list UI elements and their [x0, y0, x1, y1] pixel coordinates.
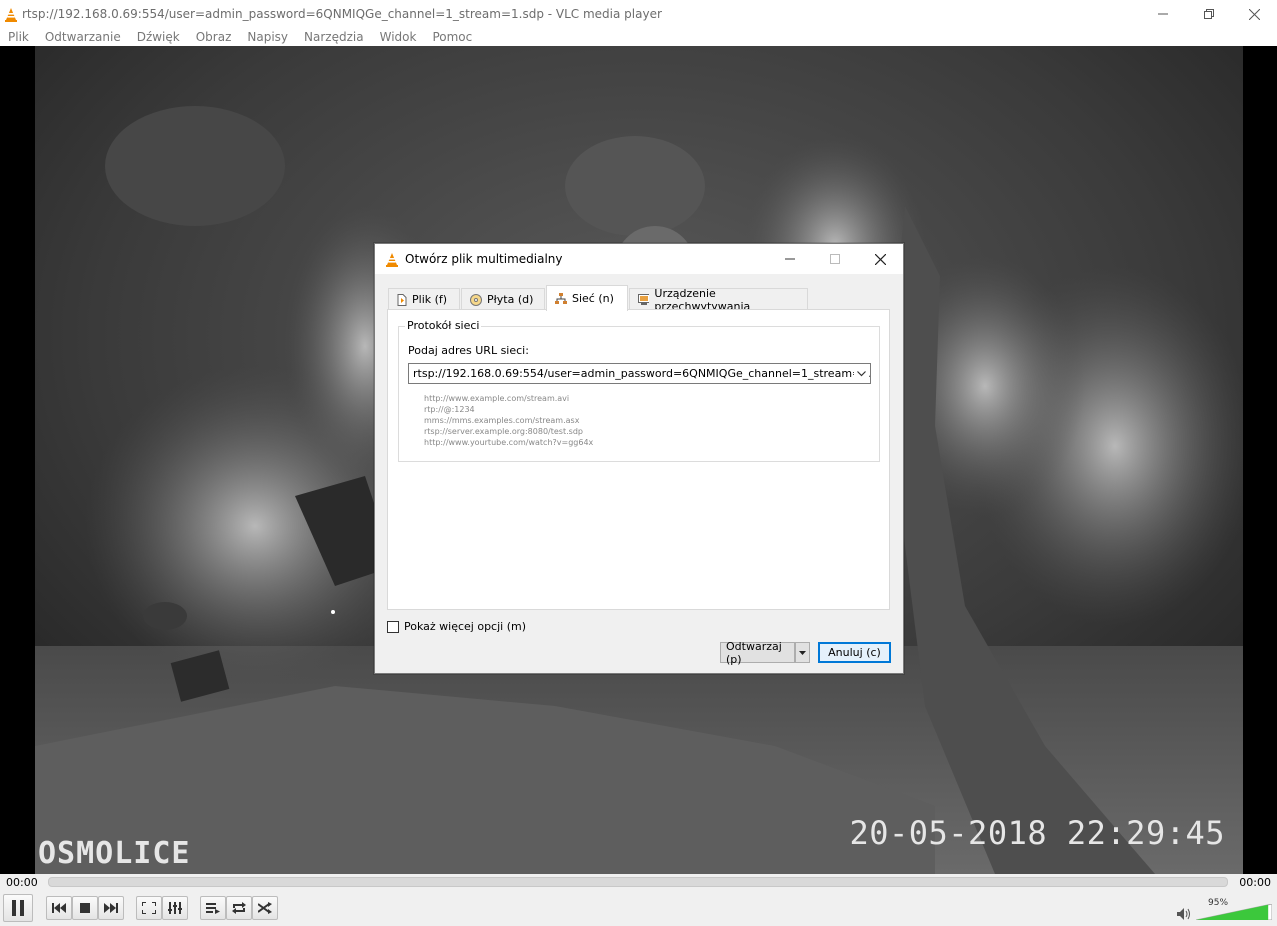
example-url: http://www.yourtube.com/watch?v=gg64x — [424, 438, 594, 447]
network-protocol-group: Protokół sieci Podaj adres URL sieci: rt… — [398, 319, 880, 462]
shuffle-button[interactable] — [252, 896, 278, 920]
url-examples: http://www.example.com/stream.avi rtp://… — [424, 393, 593, 448]
menu-plik[interactable]: Plik — [0, 28, 37, 46]
menu-napisy[interactable]: Napisy — [239, 28, 296, 46]
open-media-dialog: Otwórz plik multimedialny Plik (f) Płyta… — [374, 243, 904, 674]
seek-slider[interactable] — [48, 877, 1228, 887]
chevron-down-icon — [856, 370, 866, 376]
url-label: Podaj adres URL sieci: — [408, 344, 529, 357]
dialog-title: Otwórz plik multimedialny — [405, 252, 563, 266]
vlc-window: rtsp://192.168.0.69:554/user=admin_passw… — [0, 0, 1277, 926]
dialog-maximize-button[interactable] — [812, 244, 858, 274]
menu-widok[interactable]: Widok — [372, 28, 425, 46]
tab-plik[interactable]: Plik (f) — [388, 288, 460, 310]
control-bar: 00:00 00:00 95% — [0, 874, 1277, 926]
next-button[interactable] — [98, 896, 124, 920]
stop-button[interactable] — [72, 896, 98, 920]
previous-icon — [52, 903, 66, 913]
title-bar: rtsp://192.168.0.69:554/user=admin_passw… — [0, 0, 1277, 28]
network-tab-panel: Protokół sieci Podaj adres URL sieci: rt… — [387, 309, 890, 610]
group-title: Protokół sieci — [405, 319, 482, 332]
dialog-close-button[interactable] — [857, 244, 903, 274]
vlc-cone-icon — [4, 7, 18, 26]
menu-pomoc[interactable]: Pomoc — [424, 28, 480, 46]
pause-icon — [12, 900, 24, 916]
window-title: rtsp://192.168.0.69:554/user=admin_passw… — [22, 7, 662, 21]
url-dropdown-button[interactable] — [854, 366, 868, 381]
osd-timestamp: 20-05-2018 22:29:45 — [849, 814, 1225, 852]
previous-button[interactable] — [46, 896, 72, 920]
shuffle-icon — [258, 902, 272, 914]
network-icon — [555, 292, 567, 304]
playlist-icon — [206, 903, 220, 914]
menu-dzwiek[interactable]: Dźwięk — [129, 28, 188, 46]
close-icon — [1248, 8, 1260, 20]
playlist-button[interactable] — [200, 896, 226, 920]
example-url: mms://mms.examples.com/stream.asx — [424, 416, 580, 425]
time-total: 00:00 — [1239, 876, 1271, 889]
menu-narzedzia[interactable]: Narzędzia — [296, 28, 372, 46]
menu-odtwarzanie[interactable]: Odtwarzanie — [37, 28, 129, 46]
close-button[interactable] — [1231, 0, 1277, 28]
tab-label: Płyta (d) — [487, 293, 534, 306]
tab-siec[interactable]: Sieć (n) — [546, 285, 628, 311]
minimize-icon — [1158, 13, 1168, 15]
example-url: http://www.example.com/stream.avi — [424, 394, 570, 403]
equalizer-icon — [168, 902, 182, 914]
volume-slider[interactable] — [1196, 904, 1272, 920]
disc-icon — [470, 293, 482, 306]
close-icon — [874, 253, 886, 265]
play-button[interactable]: Odtwarzaj (p) — [720, 640, 795, 666]
vlc-cone-icon — [385, 252, 399, 271]
fullscreen-button[interactable] — [136, 896, 162, 920]
restore-button[interactable] — [1186, 0, 1232, 28]
checkbox-label: Pokaż więcej opcji (m) — [404, 620, 527, 633]
capture-device-icon — [638, 294, 650, 305]
show-more-options-checkbox[interactable]: Pokaż więcej opcji (m) — [387, 620, 526, 633]
next-icon — [104, 903, 118, 913]
url-value: rtsp://192.168.0.69:554/user=admin_passw… — [413, 367, 871, 380]
maximize-icon — [830, 254, 840, 264]
dialog-minimize-button[interactable] — [767, 244, 813, 274]
menu-bar: Plik Odtwarzanie Dźwięk Obraz Napisy Nar… — [0, 28, 1277, 46]
menu-obraz[interactable]: Obraz — [188, 28, 240, 46]
restore-icon — [1204, 9, 1214, 19]
tab-label: Plik (f) — [412, 293, 448, 306]
tab-label: Sieć (n) — [572, 292, 614, 305]
loop-button[interactable] — [226, 896, 252, 920]
tab-plyta[interactable]: Płyta (d) — [461, 288, 545, 310]
chevron-down-icon — [799, 650, 806, 655]
cancel-button[interactable]: Anuluj (c) — [818, 642, 891, 663]
example-url: rtp://@:1234 — [424, 405, 475, 414]
minimize-button[interactable] — [1140, 0, 1186, 28]
extended-settings-button[interactable] — [162, 896, 188, 920]
dialog-title-bar: Otwórz plik multimedialny — [375, 244, 903, 274]
fullscreen-icon — [142, 902, 156, 914]
checkbox-box[interactable] — [387, 620, 399, 633]
stop-icon — [80, 903, 90, 913]
pause-button[interactable] — [3, 894, 33, 922]
url-combobox[interactable]: rtsp://192.168.0.69:554/user=admin_passw… — [408, 363, 871, 384]
tab-urzadzenie-przechwytywania[interactable]: Urządzenie przechwytywania — [629, 287, 808, 313]
time-elapsed: 00:00 — [6, 876, 38, 889]
file-icon — [397, 293, 407, 306]
minimize-icon — [785, 258, 795, 260]
volume-icon[interactable] — [1177, 905, 1191, 924]
osd-camera-name: OSMOLICE — [38, 836, 191, 871]
play-options-dropdown[interactable] — [795, 642, 810, 663]
loop-icon — [232, 902, 246, 914]
example-url: rtsp://server.example.org:8080/test.sdp — [424, 427, 583, 436]
